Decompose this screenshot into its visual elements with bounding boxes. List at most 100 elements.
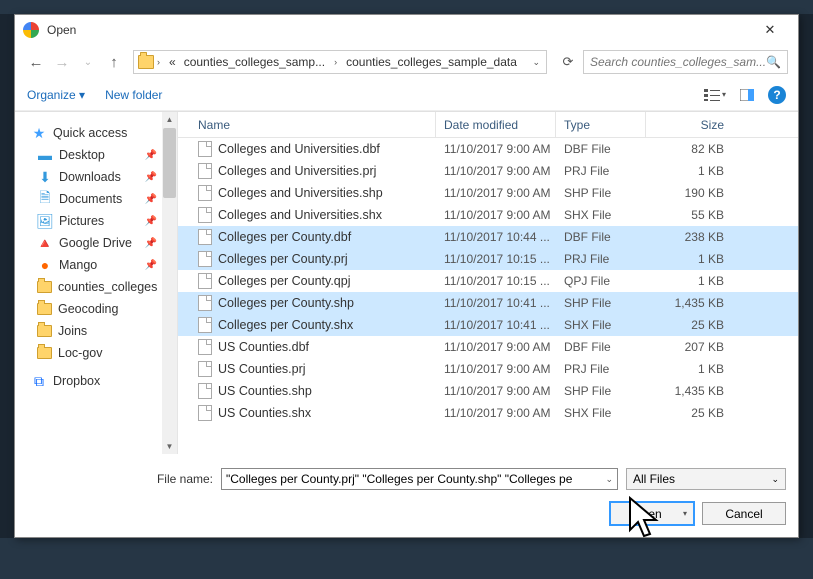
file-row[interactable]: Colleges and Universities.prj11/10/2017 … (178, 160, 798, 182)
file-name: US Counties.shx (218, 406, 311, 420)
sidebar-geocoding[interactable]: Geocoding (15, 298, 177, 320)
search-input[interactable] (590, 55, 766, 69)
file-icon (198, 317, 212, 333)
file-list: Colleges and Universities.dbf11/10/2017 … (178, 138, 798, 454)
file-type-filter[interactable]: All Files ⌄ (626, 468, 786, 490)
file-type: DBF File (556, 230, 646, 244)
folder-icon (37, 281, 52, 293)
pin-icon: 📌 (145, 260, 157, 271)
column-headers: Name Date modified Type Size (178, 112, 798, 138)
mango-icon: ● (37, 257, 53, 273)
address-bar[interactable]: › « counties_colleges_samp... › counties… (133, 50, 547, 74)
pin-icon: 📌 (145, 238, 157, 249)
file-size: 238 KB (646, 230, 734, 244)
breadcrumb-2[interactable]: counties_colleges_sample_data (340, 51, 523, 73)
file-icon (198, 141, 212, 157)
open-dialog: Open ✕ ← → ⌄ ↑ › « counties_colleges_sam… (14, 14, 799, 538)
pin-icon: 📌 (145, 194, 157, 205)
scroll-up-icon[interactable]: ▲ (162, 112, 177, 127)
folder-icon (37, 347, 52, 359)
new-folder-button[interactable]: New folder (105, 88, 162, 102)
sidebar-dropbox[interactable]: ⧉Dropbox (15, 370, 177, 392)
file-date: 11/10/2017 10:15 ... (436, 274, 556, 288)
chevron-down-icon: ⌄ (771, 474, 779, 485)
refresh-button[interactable]: ⟳ (557, 50, 579, 74)
up-button[interactable]: ↑ (103, 51, 125, 73)
file-icon (198, 405, 212, 421)
organize-menu[interactable]: Organize ▾ (27, 88, 85, 102)
col-type[interactable]: Type (556, 112, 646, 137)
scroll-down-icon[interactable]: ▼ (162, 439, 177, 454)
sidebar-label: Geocoding (58, 302, 118, 316)
file-name: US Counties.prj (218, 362, 306, 376)
file-row[interactable]: Colleges and Universities.dbf11/10/2017 … (178, 138, 798, 160)
sidebar-documents[interactable]: 🗎Documents📌 (15, 188, 177, 210)
col-name[interactable]: Name (178, 112, 436, 137)
sidebar-pictures[interactable]: 🖼Pictures📌 (15, 210, 177, 232)
star-icon: ★ (31, 125, 47, 141)
cancel-button[interactable]: Cancel (702, 502, 786, 525)
file-size: 190 KB (646, 186, 734, 200)
file-type: SHX File (556, 208, 646, 222)
file-row[interactable]: US Counties.shp11/10/2017 9:00 AMSHP Fil… (178, 380, 798, 402)
file-date: 11/10/2017 10:44 ... (436, 230, 556, 244)
sidebar-quick-access[interactable]: ★Quick access (15, 122, 177, 144)
file-row[interactable]: Colleges per County.dbf11/10/2017 10:44 … (178, 226, 798, 248)
toolbar: Organize ▾ New folder ▾ ? (15, 79, 798, 111)
forward-button[interactable]: → (51, 51, 73, 73)
button-label: Cancel (725, 507, 762, 521)
search-box[interactable]: 🔍 (583, 50, 788, 74)
col-date[interactable]: Date modified (436, 112, 556, 137)
sidebar-joins[interactable]: Joins (15, 320, 177, 342)
file-date: 11/10/2017 9:00 AM (436, 186, 556, 200)
sidebar-google-drive[interactable]: 🔺Google Drive📌 (15, 232, 177, 254)
close-button[interactable]: ✕ (750, 18, 790, 42)
chevron-icon[interactable]: › (154, 57, 163, 67)
open-button[interactable]: Open▾ (610, 502, 694, 525)
back-button[interactable]: ← (25, 51, 47, 73)
file-type: SHP File (556, 296, 646, 310)
sidebar-scrollbar[interactable]: ▲ ▼ (162, 112, 177, 454)
help-button[interactable]: ? (768, 86, 786, 104)
preview-pane-button[interactable] (736, 85, 758, 105)
file-row[interactable]: US Counties.dbf11/10/2017 9:00 AMDBF Fil… (178, 336, 798, 358)
sidebar-label: Mango (59, 258, 97, 272)
file-row[interactable]: Colleges per County.shp11/10/2017 10:41 … (178, 292, 798, 314)
file-size: 25 KB (646, 318, 734, 332)
sidebar-label: Desktop (59, 148, 105, 162)
file-name: US Counties.shp (218, 384, 312, 398)
button-label: Open (632, 507, 661, 521)
file-row[interactable]: Colleges and Universities.shp11/10/2017 … (178, 182, 798, 204)
sidebar-loc-gov[interactable]: Loc-gov (15, 342, 177, 364)
file-icon (198, 163, 212, 179)
file-size: 1,435 KB (646, 384, 734, 398)
breadcrumb-ellipsis[interactable]: « (163, 51, 178, 73)
chevron-down-icon[interactable]: ⌄ (529, 57, 546, 68)
chevron-icon[interactable]: › (331, 57, 340, 67)
file-row[interactable]: Colleges per County.shx11/10/2017 10:41 … (178, 314, 798, 336)
sidebar-mango[interactable]: ● Mango 📌 (15, 254, 177, 276)
file-row[interactable]: Colleges per County.qpj11/10/2017 10:15 … (178, 270, 798, 292)
sidebar-desktop[interactable]: ▬Desktop📌 (15, 144, 177, 166)
scroll-thumb[interactable] (163, 128, 176, 198)
file-date: 11/10/2017 10:41 ... (436, 296, 556, 310)
sidebar-counties-colleges[interactable]: counties_colleges (15, 276, 177, 298)
view-options-button[interactable]: ▾ (704, 85, 726, 105)
file-date: 11/10/2017 9:00 AM (436, 384, 556, 398)
pin-icon: 📌 (145, 216, 157, 227)
sidebar-downloads[interactable]: ⬇Downloads📌 (15, 166, 177, 188)
breadcrumb-1[interactable]: counties_colleges_samp... (178, 51, 331, 73)
file-date: 11/10/2017 9:00 AM (436, 142, 556, 156)
bottom-panel: File name: "Colleges per County.prj" "Co… (15, 454, 798, 537)
col-size[interactable]: Size (646, 112, 734, 137)
file-row[interactable]: US Counties.prj11/10/2017 9:00 AMPRJ Fil… (178, 358, 798, 380)
file-row[interactable]: Colleges per County.prj11/10/2017 10:15 … (178, 248, 798, 270)
file-size: 1,435 KB (646, 296, 734, 310)
filename-input[interactable]: "Colleges per County.prj" "Colleges per … (221, 468, 618, 490)
file-name: US Counties.dbf (218, 340, 309, 354)
file-row[interactable]: Colleges and Universities.shx11/10/2017 … (178, 204, 798, 226)
recent-dropdown[interactable]: ⌄ (77, 51, 99, 73)
file-size: 1 KB (646, 252, 734, 266)
chevron-down-icon[interactable]: ⌄ (605, 474, 613, 485)
file-row[interactable]: US Counties.shx11/10/2017 9:00 AMSHX Fil… (178, 402, 798, 424)
